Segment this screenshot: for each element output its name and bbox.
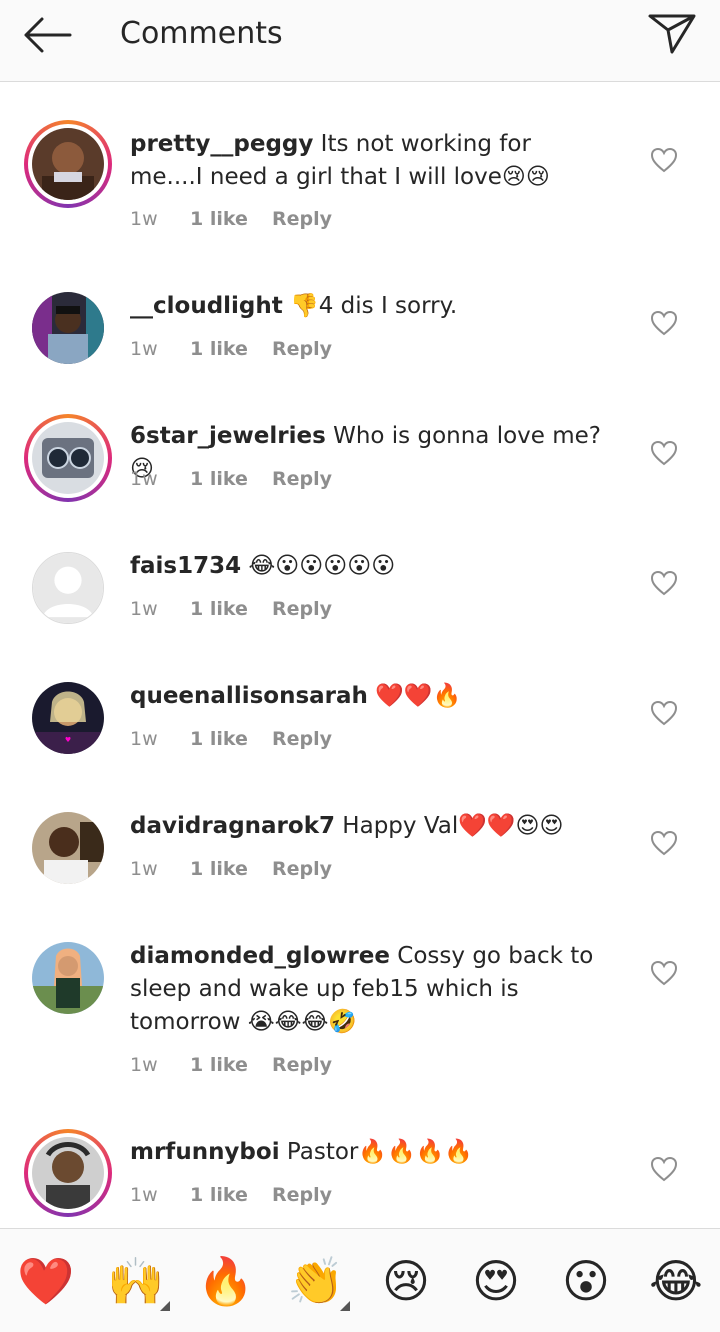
avatar[interactable] [24,544,112,632]
like-heart-icon[interactable] [650,310,678,336]
like-heart-icon[interactable] [650,960,678,986]
comment-text: Happy Val❤️❤️😍😍 [335,813,564,839]
page-title: Comments [120,16,283,51]
avatar[interactable] [24,1129,112,1217]
heart-eyes-emoji-button[interactable]: 😍 [464,1249,528,1313]
like-heart-icon[interactable] [650,830,678,856]
back-arrow-icon[interactable] [18,12,78,58]
comment-username[interactable]: 6star_jewelries [130,423,326,449]
comment-text: 😂😮😮😮😮😮 [241,553,396,579]
comment-username[interactable]: fais1734 [130,553,241,579]
skin-tone-indicator-icon [340,1301,350,1311]
avatar[interactable] [24,284,112,372]
comment-username[interactable]: mrfunnyboi [130,1139,280,1165]
comment-likes[interactable]: 1 like [190,208,248,230]
tears-of-joy-emoji-button[interactable]: 😂 [644,1249,708,1313]
comment-time: 1w [130,728,158,750]
comment-time: 1w [130,208,158,230]
comment-time: 1w [130,468,158,490]
avatar[interactable] [24,414,112,502]
raised-hands-emoji-button[interactable]: 🙌 [104,1249,168,1313]
crying-face-emoji-button[interactable]: 😢 [374,1249,438,1313]
direct-send-icon[interactable] [644,8,700,58]
comment-likes[interactable]: 1 like [190,598,248,620]
reply-button[interactable]: Reply [272,728,332,750]
reply-button[interactable]: Reply [272,468,332,490]
comment-likes[interactable]: 1 like [190,858,248,880]
like-heart-icon[interactable] [650,570,678,596]
emoji-reaction-bar: ❤️ 🙌 🔥 👏 😢 😍 😮 😂 [0,1228,720,1332]
comment-text: 👎4 dis I sorry. [282,293,458,319]
skin-tone-indicator-icon [160,1301,170,1311]
comment-text: ❤️❤️🔥 [367,683,462,709]
comment-time: 1w [130,598,158,620]
like-heart-icon[interactable] [650,147,678,173]
reply-button[interactable]: Reply [272,1054,332,1076]
comment-time: 1w [130,858,158,880]
comment-likes[interactable]: 1 like [190,338,248,360]
avatar[interactable] [24,120,112,208]
reply-button[interactable]: Reply [272,598,332,620]
like-heart-icon[interactable] [650,700,678,726]
fire-emoji-button[interactable]: 🔥 [194,1249,258,1313]
comment-username[interactable]: __cloudlight [130,293,283,319]
avatar[interactable] [24,934,112,1022]
avatar[interactable] [24,804,112,892]
comment-likes[interactable]: 1 like [190,468,248,490]
reply-button[interactable]: Reply [272,858,332,880]
surprised-face-emoji-button[interactable]: 😮 [554,1249,618,1313]
comment-time: 1w [130,338,158,360]
comments-list: pretty__peggy Its not working for me....… [0,82,720,1228]
avatar[interactable]: ♥ [24,674,112,762]
like-heart-icon[interactable] [650,1156,678,1182]
clapping-hands-emoji-button[interactable]: 👏 [284,1249,348,1313]
comment-likes[interactable]: 1 like [190,1184,248,1206]
comment-username[interactable]: queenallisonsarah [130,683,368,709]
comment-username[interactable]: davidragnarok7 [130,813,335,839]
top-bar: Comments [0,0,720,82]
like-heart-icon[interactable] [650,440,678,466]
svg-text:♥: ♥ [65,736,71,744]
reply-button[interactable]: Reply [272,1184,332,1206]
comment-likes[interactable]: 1 like [190,728,248,750]
comment-time: 1w [130,1054,158,1076]
comment-username[interactable]: pretty__peggy [130,131,313,157]
comment-time: 1w [130,1184,158,1206]
reply-button[interactable]: Reply [272,338,332,360]
red-heart-emoji-button[interactable]: ❤️ [14,1249,78,1313]
comment-likes[interactable]: 1 like [190,1054,248,1076]
comment-username[interactable]: diamonded_glowree [130,943,390,969]
comment-text: Pastor🔥🔥🔥🔥 [279,1139,473,1165]
reply-button[interactable]: Reply [272,208,332,230]
